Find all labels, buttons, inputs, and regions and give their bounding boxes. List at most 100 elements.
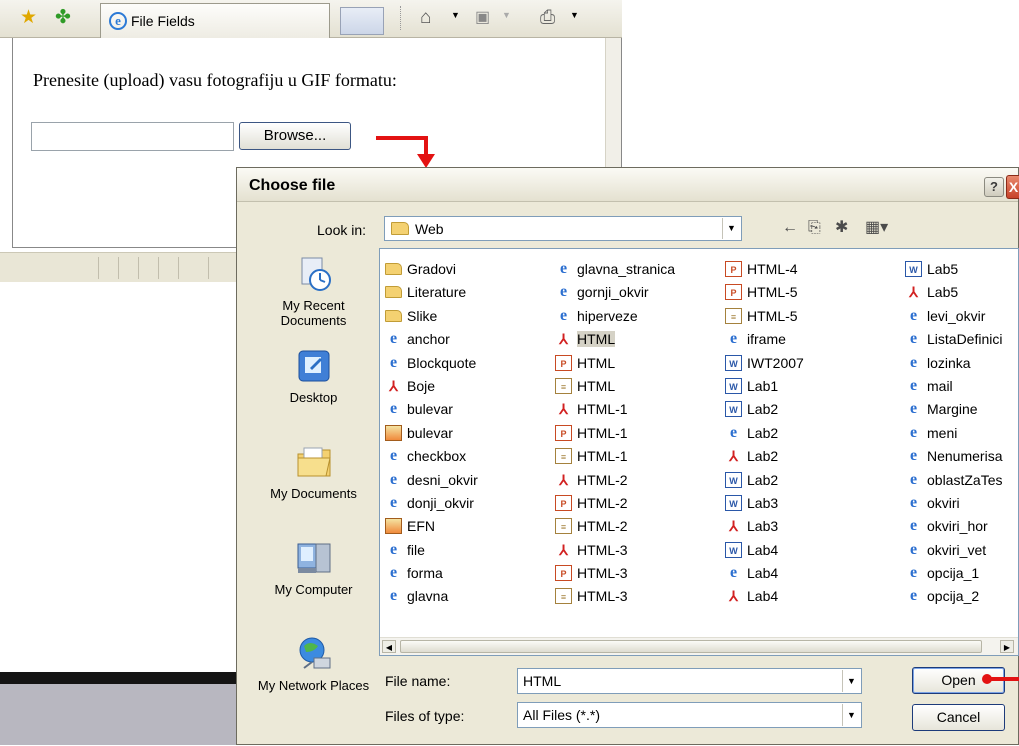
look-in-select[interactable]: Web ▼ [384, 216, 742, 241]
file-item[interactable]: P HTML-1 [555, 423, 675, 446]
place-network-places[interactable]: My Network Places [255, 636, 372, 693]
file-item[interactable]: ⅄ Lab4 [725, 586, 804, 609]
file-item[interactable]: ≡ HTML [555, 376, 675, 399]
dialog-titlebar[interactable]: Choose file ? X [237, 168, 1019, 202]
file-item[interactable]: e mail [905, 376, 1002, 399]
print-icon[interactable]: ⎙ [540, 8, 555, 28]
file-item[interactable]: Literature [385, 282, 478, 305]
place-my-computer[interactable]: My Computer [255, 540, 372, 597]
back-arrow-icon[interactable]: ← [782, 219, 798, 237]
file-item[interactable]: ⅄ Lab2 [725, 446, 804, 469]
file-name-input[interactable]: HTML ▼ [517, 668, 862, 694]
file-item[interactable]: W Lab2 [725, 399, 804, 422]
new-tab-button[interactable] [340, 7, 384, 35]
file-item[interactable]: W Lab3 [725, 493, 804, 516]
browser-tab[interactable]: e File Fields [100, 3, 330, 38]
file-item[interactable]: W Lab5 [905, 259, 1002, 282]
upload-file-input[interactable] [31, 122, 234, 151]
file-item[interactable]: e iframe [725, 329, 804, 352]
file-item[interactable]: W IWT2007 [725, 353, 804, 376]
close-button[interactable]: X [1006, 175, 1019, 199]
file-item[interactable]: ⅄ Boje [385, 376, 478, 399]
file-item[interactable]: e donji_okvir [385, 493, 478, 516]
file-item[interactable]: e forma [385, 563, 478, 586]
up-folder-icon[interactable]: ⎘ [808, 219, 821, 237]
file-item[interactable]: e Margine [905, 399, 1002, 422]
new-folder-icon[interactable]: ✱ [835, 219, 848, 237]
file-item[interactable]: e Blockquote [385, 353, 478, 376]
file-item[interactable]: ⅄ HTML-3 [555, 540, 675, 563]
scroll-right-icon[interactable]: ▶ [1000, 640, 1014, 653]
file-item[interactable]: e bulevar [385, 399, 478, 422]
file-item[interactable]: e oblastZaTes [905, 470, 1003, 493]
file-item[interactable]: ⅄ Lab3 [725, 516, 804, 539]
file-item[interactable]: e okviri_vet [905, 540, 1002, 563]
feeds-icon[interactable]: ▣ [475, 8, 490, 28]
file-item[interactable]: e meni [905, 423, 1002, 446]
scroll-left-icon[interactable]: ◀ [382, 640, 396, 653]
view-menu-icon[interactable]: ▦▾ [865, 219, 888, 237]
file-item[interactable]: P HTML [555, 353, 675, 376]
favorites-star-icon[interactable]: ★ [20, 8, 37, 28]
cancel-button[interactable]: Cancel [912, 704, 1005, 731]
file-item[interactable]: ≡ HTML-5 [725, 306, 804, 329]
file-item[interactable]: e Lab4 [725, 563, 804, 586]
place-my-documents[interactable]: My Documents [255, 444, 372, 501]
file-item[interactable]: e okviri_hor [905, 516, 1002, 539]
file-item[interactable]: W Lab4 [725, 540, 804, 563]
file-item[interactable]: P HTML-4 [725, 259, 804, 282]
file-item[interactable]: W Lab1 [725, 376, 804, 399]
file-item[interactable]: ≡ HTML-2 [555, 516, 675, 539]
file-item[interactable]: ≡ HTML-1 [555, 446, 675, 469]
file-item[interactable]: ⅄ HTML [555, 329, 675, 352]
file-item[interactable]: e glavna_stranica [555, 259, 675, 282]
file-item[interactable]: e gornji_okvir [555, 282, 675, 305]
chevron-down-icon[interactable]: ▼ [842, 670, 860, 692]
file-item[interactable]: e checkbox [385, 446, 478, 469]
file-item[interactable]: EFN [385, 516, 478, 539]
file-item[interactable]: e Nenumerisa [905, 446, 1003, 469]
file-item[interactable]: W Lab2 [725, 470, 804, 493]
horizontal-scrollbar[interactable]: ◀ ▶ [380, 637, 1018, 655]
place-desktop[interactable]: Desktop [255, 348, 372, 405]
scrollbar-thumb[interactable] [400, 640, 982, 653]
file-item[interactable]: Gradovi [385, 259, 478, 282]
home-icon[interactable]: ⌂ [420, 8, 431, 28]
browse-button[interactable]: Browse... [239, 122, 351, 150]
file-item[interactable]: e opcija_2 [905, 586, 1002, 609]
file-item[interactable]: ⅄ HTML-1 [555, 399, 675, 422]
chevron-down-icon[interactable]: ▼ [722, 218, 740, 239]
file-item[interactable]: e Lab2 [725, 423, 804, 446]
file-item[interactable]: e lozinka [905, 353, 1002, 376]
feeds-dropdown-icon[interactable]: ▼ [502, 10, 511, 20]
file-item[interactable]: bulevar [385, 423, 478, 446]
chevron-down-icon[interactable]: ▼ [842, 704, 860, 726]
file-name: EFN [407, 518, 435, 535]
file-item[interactable]: e opcija_1 [905, 563, 1002, 586]
file-item[interactable]: ⅄ HTML-2 [555, 470, 675, 493]
file-item[interactable]: e anchor [385, 329, 478, 352]
home-dropdown-icon[interactable]: ▼ [451, 10, 460, 20]
add-favorites-icon[interactable]: ✤ [55, 8, 71, 28]
file-item[interactable]: e levi_okvir [905, 306, 1002, 329]
file-item[interactable]: ≡ HTML-3 [555, 586, 675, 609]
help-button[interactable]: ? [984, 177, 1004, 197]
file-type-select[interactable]: All Files (*.*) ▼ [517, 702, 862, 728]
file-item[interactable]: P HTML-5 [725, 282, 804, 305]
file-item[interactable]: P HTML-3 [555, 563, 675, 586]
txt-file-icon: ≡ [555, 518, 572, 535]
file-item[interactable]: ⅄ Lab5 [905, 282, 1002, 305]
file-item[interactable]: e desni_okvir [385, 470, 478, 493]
file-item[interactable]: P HTML-2 [555, 493, 675, 516]
file-item[interactable]: e hiperveze [555, 306, 675, 329]
file-name: Lab2 [747, 401, 779, 418]
print-dropdown-icon[interactable]: ▼ [570, 10, 579, 20]
file-list[interactable]: Gradovi Literature Slike e anchor e Blockquote… [379, 248, 1019, 656]
file-item[interactable]: Slike [385, 306, 478, 329]
file-item[interactable]: e okviri [905, 493, 1002, 516]
place-recent-documents[interactable]: My Recent Documents [255, 256, 372, 328]
file-item[interactable]: e glavna [385, 586, 478, 609]
file-item[interactable]: e file [385, 540, 478, 563]
file-item[interactable]: e ListaDefinici [905, 329, 1003, 352]
ie-file-icon: e [909, 470, 918, 488]
